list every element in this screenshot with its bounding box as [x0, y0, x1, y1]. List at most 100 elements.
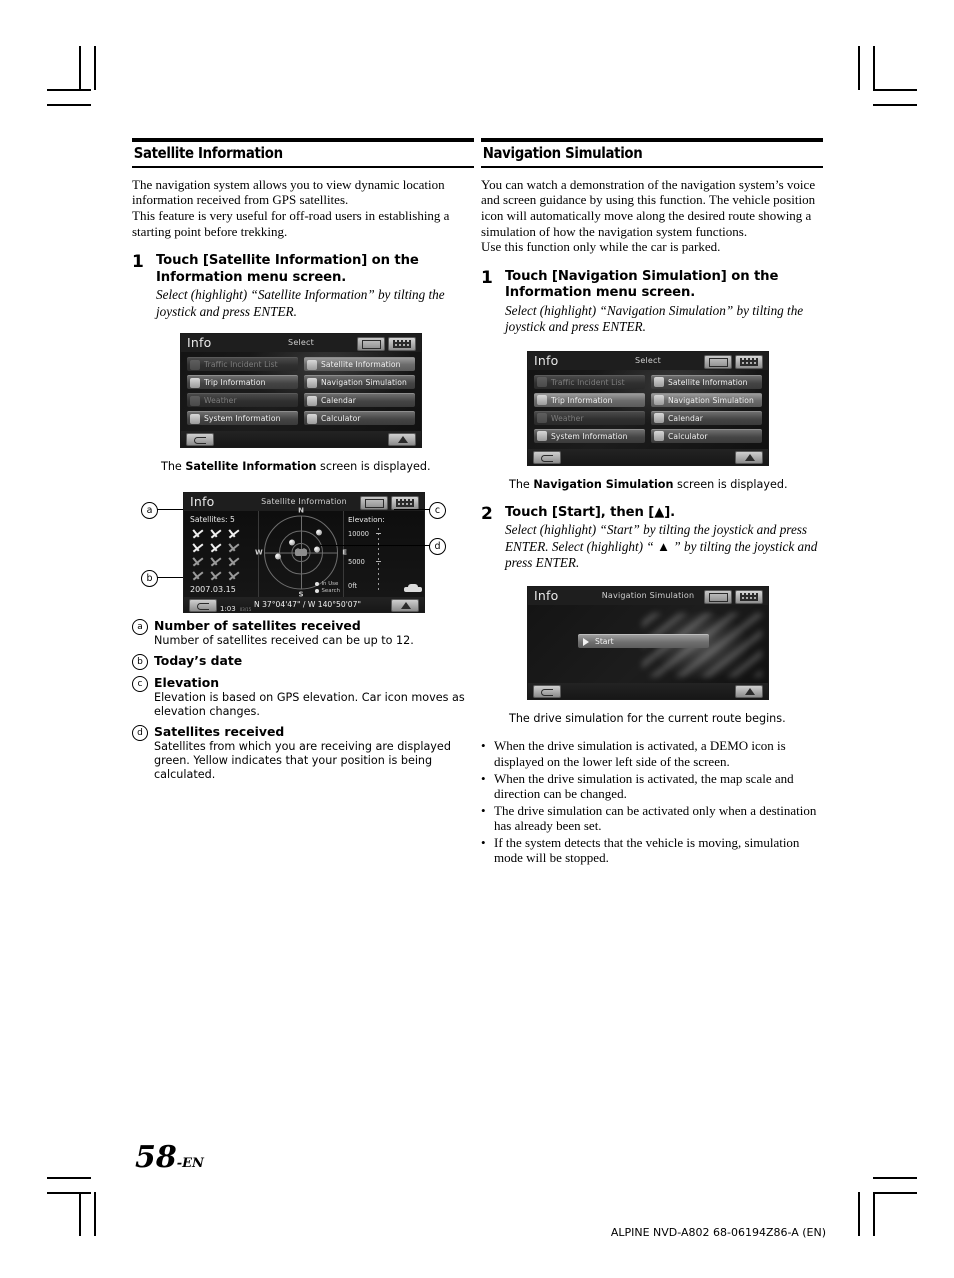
page-number: 58-EN [135, 1140, 204, 1175]
nav-arrow-icon[interactable] [391, 599, 419, 612]
grid-mode-button[interactable] [735, 590, 763, 605]
bullet-item: • The drive simulation can be activated … [481, 803, 823, 834]
caption-prefix: The [161, 460, 186, 473]
menu-item-calculator[interactable]: Calculator [651, 428, 762, 443]
window-icon [709, 593, 728, 603]
grid-mode-button[interactable] [388, 337, 416, 351]
menu-item-label: System Information [204, 414, 281, 423]
menu-item-calculator[interactable]: Calculator [304, 411, 415, 425]
caption-suffix: screen is displayed. [316, 460, 431, 473]
info-disc-icon [190, 413, 200, 424]
elevation-label: Elevation: [348, 515, 385, 524]
bullet-text: If the system detects that the vehicle i… [494, 834, 800, 866]
menu-item-label: Weather [551, 413, 584, 423]
back-icon[interactable] [533, 450, 561, 464]
back-icon[interactable] [189, 599, 217, 612]
bullet-marker: • [481, 738, 486, 754]
weather-icon [190, 395, 200, 406]
callout-b: b [141, 570, 158, 587]
nav-arrow-icon[interactable] [735, 450, 763, 464]
menu-item-navigation-simulation[interactable]: Navigation Simulation [304, 375, 415, 389]
definition-mark-b: b [132, 654, 148, 670]
menu-item-trip-information[interactable]: Trip Information [187, 375, 298, 389]
menu-item-satellite-information[interactable]: Satellite Information [651, 374, 762, 389]
screen-topbar: Info Select [528, 351, 768, 370]
bullet-text: The drive simulation can be activated on… [494, 802, 817, 834]
definition-item-d: d Satellites received Satellites from wh… [132, 724, 474, 782]
weather-icon [537, 413, 547, 424]
bullet-item: • When the drive simulation is activated… [481, 738, 823, 769]
play-triangle-icon [583, 637, 589, 646]
step-1: 1 Touch [Navigation Simulation] on the I… [481, 268, 823, 336]
calculator-icon [654, 431, 664, 442]
satellite-bar-icon [208, 569, 224, 582]
step-alt-instruction: Select (highlight) “Start” by tilting th… [505, 522, 818, 570]
elevation-tick-mark [376, 533, 381, 534]
menu-item-traffic-incident-list[interactable]: Traffic Incident List [534, 374, 645, 389]
step-1: 1 Touch [Satellite Information] on the I… [132, 253, 474, 320]
nav-arrow-icon[interactable] [735, 685, 763, 699]
menu-item-weather[interactable]: Weather [187, 393, 298, 407]
step-number: 1 [132, 252, 144, 273]
satellite-dot [316, 529, 322, 536]
menu-item-label: Trip Information [551, 395, 613, 405]
menu-item-weather[interactable]: Weather [534, 410, 645, 425]
satellite-dot [289, 539, 295, 546]
window-icon [362, 340, 381, 349]
menu-item-calendar[interactable]: Calendar [651, 410, 762, 425]
vehicle-position-icon [295, 549, 307, 557]
callout-leader-a [156, 509, 183, 511]
window-icon [365, 499, 384, 508]
satellite-bar-icon [190, 555, 206, 568]
clock: 1:03 03/15 [220, 598, 251, 616]
back-icon[interactable] [186, 433, 214, 446]
grid-icon [396, 499, 414, 507]
caption-prefix: The [509, 477, 534, 491]
window-mode-button[interactable] [360, 496, 388, 510]
menu-item-trip-information[interactable]: Trip Information [534, 392, 645, 407]
callout-a: a [141, 502, 158, 519]
screen-bottombar [528, 448, 768, 465]
back-icon[interactable] [533, 685, 561, 699]
screen-topbar: Info Navigation Simulation [528, 587, 768, 606]
definition-desc: Elevation is based on GPS elevation. Car… [154, 691, 465, 718]
window-mode-button[interactable] [704, 590, 732, 605]
menu-item-label: Calculator [321, 414, 361, 423]
menu-item-label: Weather [204, 396, 237, 405]
clock-time: 1:03 [220, 605, 236, 613]
satellite-bar-icon [208, 541, 224, 554]
menu-item-system-information[interactable]: System Information [187, 411, 298, 425]
crop-mark [858, 46, 860, 90]
left-column: Satellite Information The navigation sys… [132, 138, 474, 782]
radar-plot: N S E W [255, 507, 347, 599]
legend-label-search: Search [321, 588, 340, 594]
grid-mode-button[interactable] [735, 354, 763, 369]
start-button[interactable]: Start [578, 634, 709, 649]
legend-dot-in-use [315, 581, 320, 586]
crop-mark [79, 1192, 81, 1236]
step-alt-instruction: Select (highlight) “Satellite Informatio… [156, 287, 445, 319]
compass-north-label: N [298, 506, 304, 515]
satellite-bar-icon [226, 541, 242, 554]
menu-item-traffic-incident-list[interactable]: Traffic Incident List [187, 357, 298, 371]
window-mode-button[interactable] [357, 337, 385, 351]
menu-body: Traffic Incident List Trip Information W… [528, 370, 768, 449]
satellite-bar-icon [190, 527, 206, 540]
menu-right-column: Satellite Information Navigation Simulat… [304, 357, 415, 425]
menu-item-label: Navigation Simulation [668, 395, 754, 405]
definition-item-c: c Elevation Elevation is based on GPS el… [132, 675, 474, 719]
grid-mode-button[interactable] [391, 496, 419, 510]
menu-item-navigation-simulation[interactable]: Navigation Simulation [651, 392, 762, 407]
sim-car-icon [654, 395, 664, 406]
menu-item-satellite-information[interactable]: Satellite Information [304, 357, 415, 371]
window-mode-button[interactable] [704, 354, 732, 369]
compass-icon [190, 377, 200, 388]
definition-item-b: b Today’s date [132, 653, 474, 670]
nav-arrow-icon[interactable] [388, 433, 416, 446]
menu-item-system-information[interactable]: System Information [534, 428, 645, 443]
menu-item-calendar[interactable]: Calendar [304, 393, 415, 407]
satellite-dot [314, 546, 320, 553]
start-button-label: Start [595, 637, 614, 647]
page-title-navigation-simulation: Navigation Simulation [482, 144, 643, 162]
screen-title: Satellite Information [261, 497, 347, 506]
